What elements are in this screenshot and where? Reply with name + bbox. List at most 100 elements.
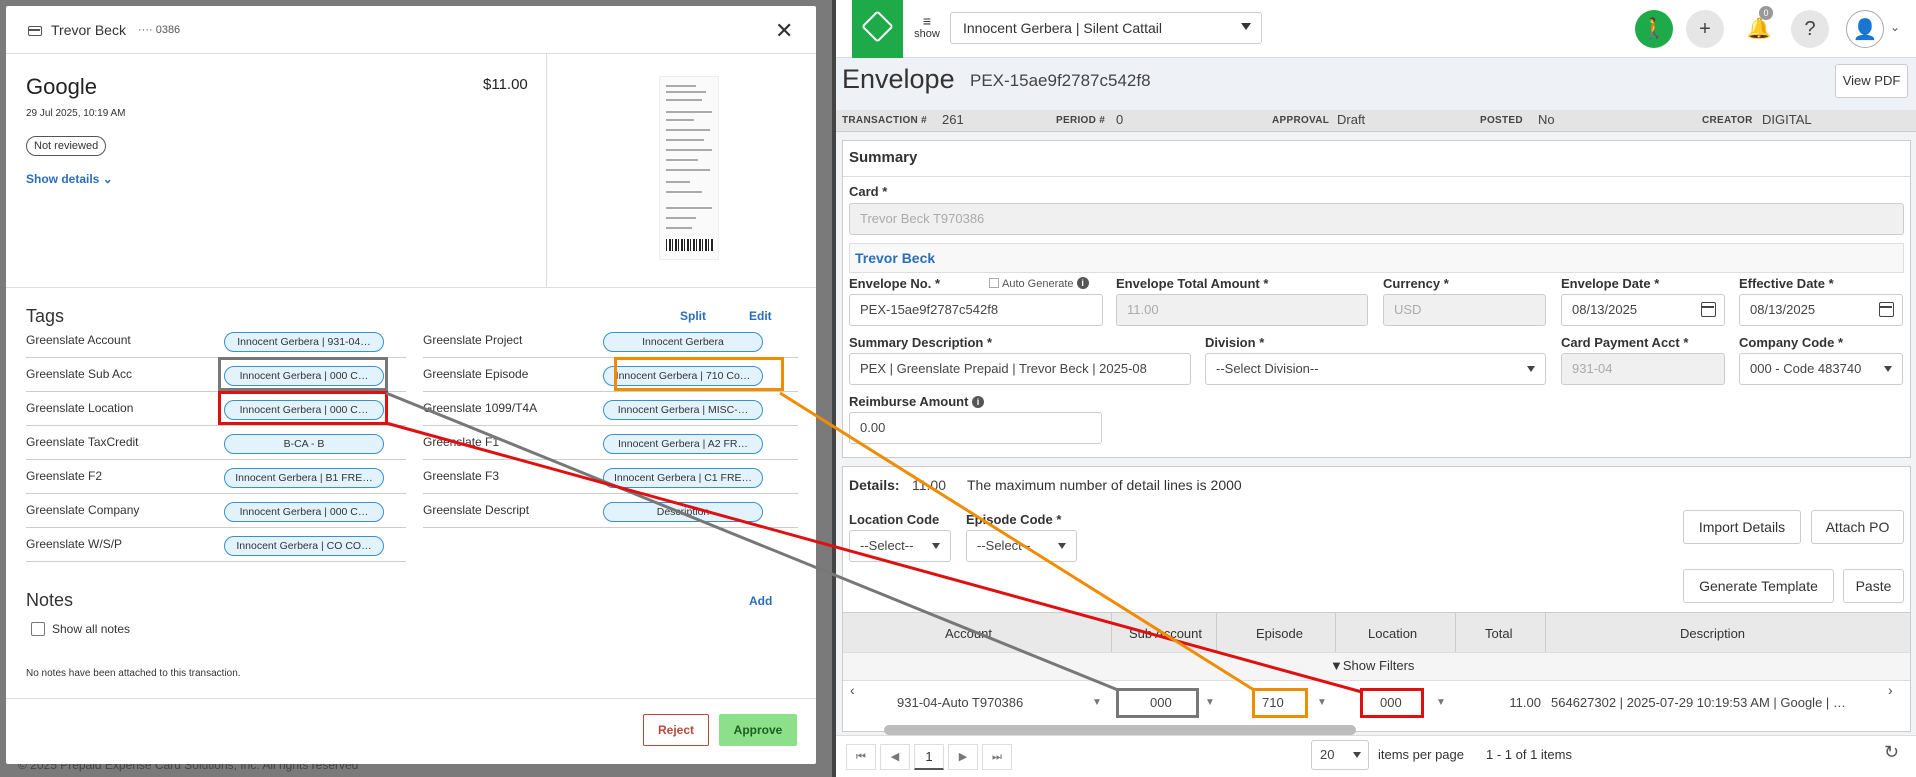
close-icon[interactable]: ✕ [775,18,793,44]
edit-tags-button[interactable]: Edit [749,309,772,323]
view-pdf-button[interactable]: View PDF [1835,64,1908,98]
import-details-button[interactable]: Import Details [1683,510,1801,544]
auto-generate-checkbox[interactable]: Auto Generate i [989,277,1089,290]
add-icon[interactable]: + [1686,10,1724,48]
scroll-right-icon[interactable]: › [1888,682,1893,698]
chevron-down-icon[interactable]: ▼ [1317,697,1327,708]
envelope-date-input[interactable]: 08/13/2025 [1561,294,1725,326]
scroll-left-icon[interactable]: ‹ [850,682,855,698]
card-payment-acct-label-text: Card Payment Acct [1561,335,1680,350]
divider [843,176,1910,177]
items-range: 1 - 1 of 1 items [1486,747,1572,762]
cell-account[interactable]: 931-04-Auto T970386 [897,695,1067,710]
add-note-button[interactable]: Add [749,594,772,608]
division-select[interactable]: --Select Division-- [1205,353,1546,385]
tag-value-pill[interactable]: Innocent Gerbera [603,332,763,352]
tag-value-pill[interactable]: Innocent Gerbera | CO CO… [224,536,384,556]
page-size-select[interactable]: 20 [1311,740,1369,770]
details-amount: 11.00 [912,477,946,493]
card-field[interactable]: Trevor Beck T970386 [849,203,1904,235]
show-all-notes-checkbox[interactable] [31,622,45,636]
auto-generate-label: Auto Generate [1002,278,1074,290]
show-details-link[interactable]: Show details ⌄ [26,172,113,186]
total-amount-input[interactable]: 11.00 [1116,294,1368,326]
prev-page-icon[interactable]: ◀ [880,744,910,770]
show-filters-label: Show Filters [1342,658,1415,673]
chevron-down-icon [1353,752,1361,758]
walkthrough-icon[interactable]: 🚶 [1635,10,1673,48]
card-label: Card * [849,184,887,199]
page-number[interactable]: 1 [914,744,944,770]
divider [1335,612,1336,652]
reimburse-amount-input[interactable]: 0.00 [849,412,1102,444]
reject-button[interactable]: Reject [643,714,709,746]
refresh-icon[interactable]: ↻ [1884,742,1899,763]
attach-po-button[interactable]: Attach PO [1811,510,1904,544]
workspace-select[interactable]: Innocent Gerbera | Silent Cattail [950,12,1262,44]
show-filters-button[interactable]: ▼Show Filters [1330,658,1414,673]
show-menu-button[interactable]: ≡ show [913,14,941,40]
no-notes-message: No notes have been attached to this tran… [26,668,241,679]
tag-row: Greenslate 1099/T4A Innocent Gerbera | MI… [423,392,798,426]
chevron-down-icon [1241,23,1251,30]
tag-value-pill[interactable]: Innocent Gerbera | 931-04… [224,332,384,352]
cardholder-name: Trevor Beck [51,22,126,38]
merchant-name: Google [26,74,97,99]
user-avatar-icon[interactable]: 👤 [1846,10,1884,48]
approve-button[interactable]: Approve [719,714,797,746]
tag-value-pill[interactable]: Description [603,502,763,522]
tag-label: Greenslate Descript [423,503,530,517]
company-code-value: 000 - Code 483740 [1750,361,1862,376]
tag-value-pill[interactable]: Innocent Gerbera | C1 FRE… [603,468,763,488]
info-icon: i [972,396,985,408]
envelope-no-input[interactable]: PEX-15ae9f2787c542f8 [849,294,1103,326]
tag-value-pill[interactable]: Innocent Gerbera | A2 FR… [603,434,763,454]
cardholder-link[interactable]: Trevor Beck [849,243,1904,273]
paste-button[interactable]: Paste [1843,569,1904,603]
tag-value-pill[interactable]: Innocent Gerbera | 000 C… [224,502,384,522]
currency-input[interactable]: USD [1383,294,1546,326]
chevron-down-icon[interactable]: ▼ [1436,697,1446,708]
tag-row: Greenslate Project Innocent Gerbera [423,324,798,358]
tag-label: Greenslate Company [26,503,140,517]
column-header-total[interactable]: Total [1485,626,1512,641]
summary-description-input[interactable]: PEX | Greenslate Prepaid | Trevor Beck |… [849,353,1191,385]
calendar-icon[interactable] [1879,302,1894,317]
company-code-select[interactable]: 000 - Code 483740 [1739,353,1903,385]
horizontal-scrollbar[interactable] [884,725,1356,735]
first-page-icon[interactable]: ⏮ [846,744,876,770]
show-label: show [914,28,940,40]
location-code-select[interactable]: --Select-- [849,530,951,562]
last-page-icon[interactable]: ⏭ [982,744,1012,770]
cell-description[interactable]: 564627302 | 2025-07-29 10:19:53 AM | Goo… [1551,695,1881,710]
column-header-account[interactable]: Account [945,626,992,641]
cell-total[interactable]: 11.00 [1505,695,1541,710]
chevron-down-icon[interactable]: ▼ [1205,697,1215,708]
tag-value-pill[interactable]: B-CA - B [224,434,384,454]
card-payment-acct-input[interactable]: 931-04 [1561,353,1725,385]
chevron-down-icon [1058,543,1066,549]
tag-row: Greenslate F1 Innocent Gerbera | A2 FR… [423,426,798,460]
tag-value-pill[interactable]: Innocent Gerbera | MISC-… [603,400,763,420]
generate-template-button[interactable]: Generate Template [1683,569,1834,603]
column-header-description[interactable]: Description [1680,626,1745,641]
help-icon[interactable]: ? [1791,10,1829,48]
column-header-location[interactable]: Location [1368,626,1417,641]
next-page-icon[interactable]: ▶ [948,744,978,770]
calendar-icon[interactable] [1701,302,1716,317]
location-code-label: Location Code [849,512,940,527]
company-code-label-text: Company Code [1739,335,1835,350]
column-header-episode[interactable]: Episode [1256,626,1303,641]
effective-date-input[interactable]: 08/13/2025 [1739,294,1903,326]
tag-value-pill[interactable]: Innocent Gerbera | B1 FRE… [224,468,384,488]
chevron-down-icon[interactable]: ▼ [1092,697,1102,708]
tag-label: Greenslate Location [26,401,134,415]
column-header-sub-account[interactable]: Sub Account [1129,626,1202,641]
split-button[interactable]: Split [680,309,706,323]
effective-date-value: 08/13/2025 [1750,302,1816,317]
required-mark: * [1263,276,1269,291]
envelope-no-label: Envelope No. * [849,276,940,291]
chevron-down-icon[interactable]: ⌄ [1890,20,1900,34]
episode-code-select[interactable]: --Select-- [966,530,1077,562]
receipt-thumbnail[interactable] [659,76,719,260]
